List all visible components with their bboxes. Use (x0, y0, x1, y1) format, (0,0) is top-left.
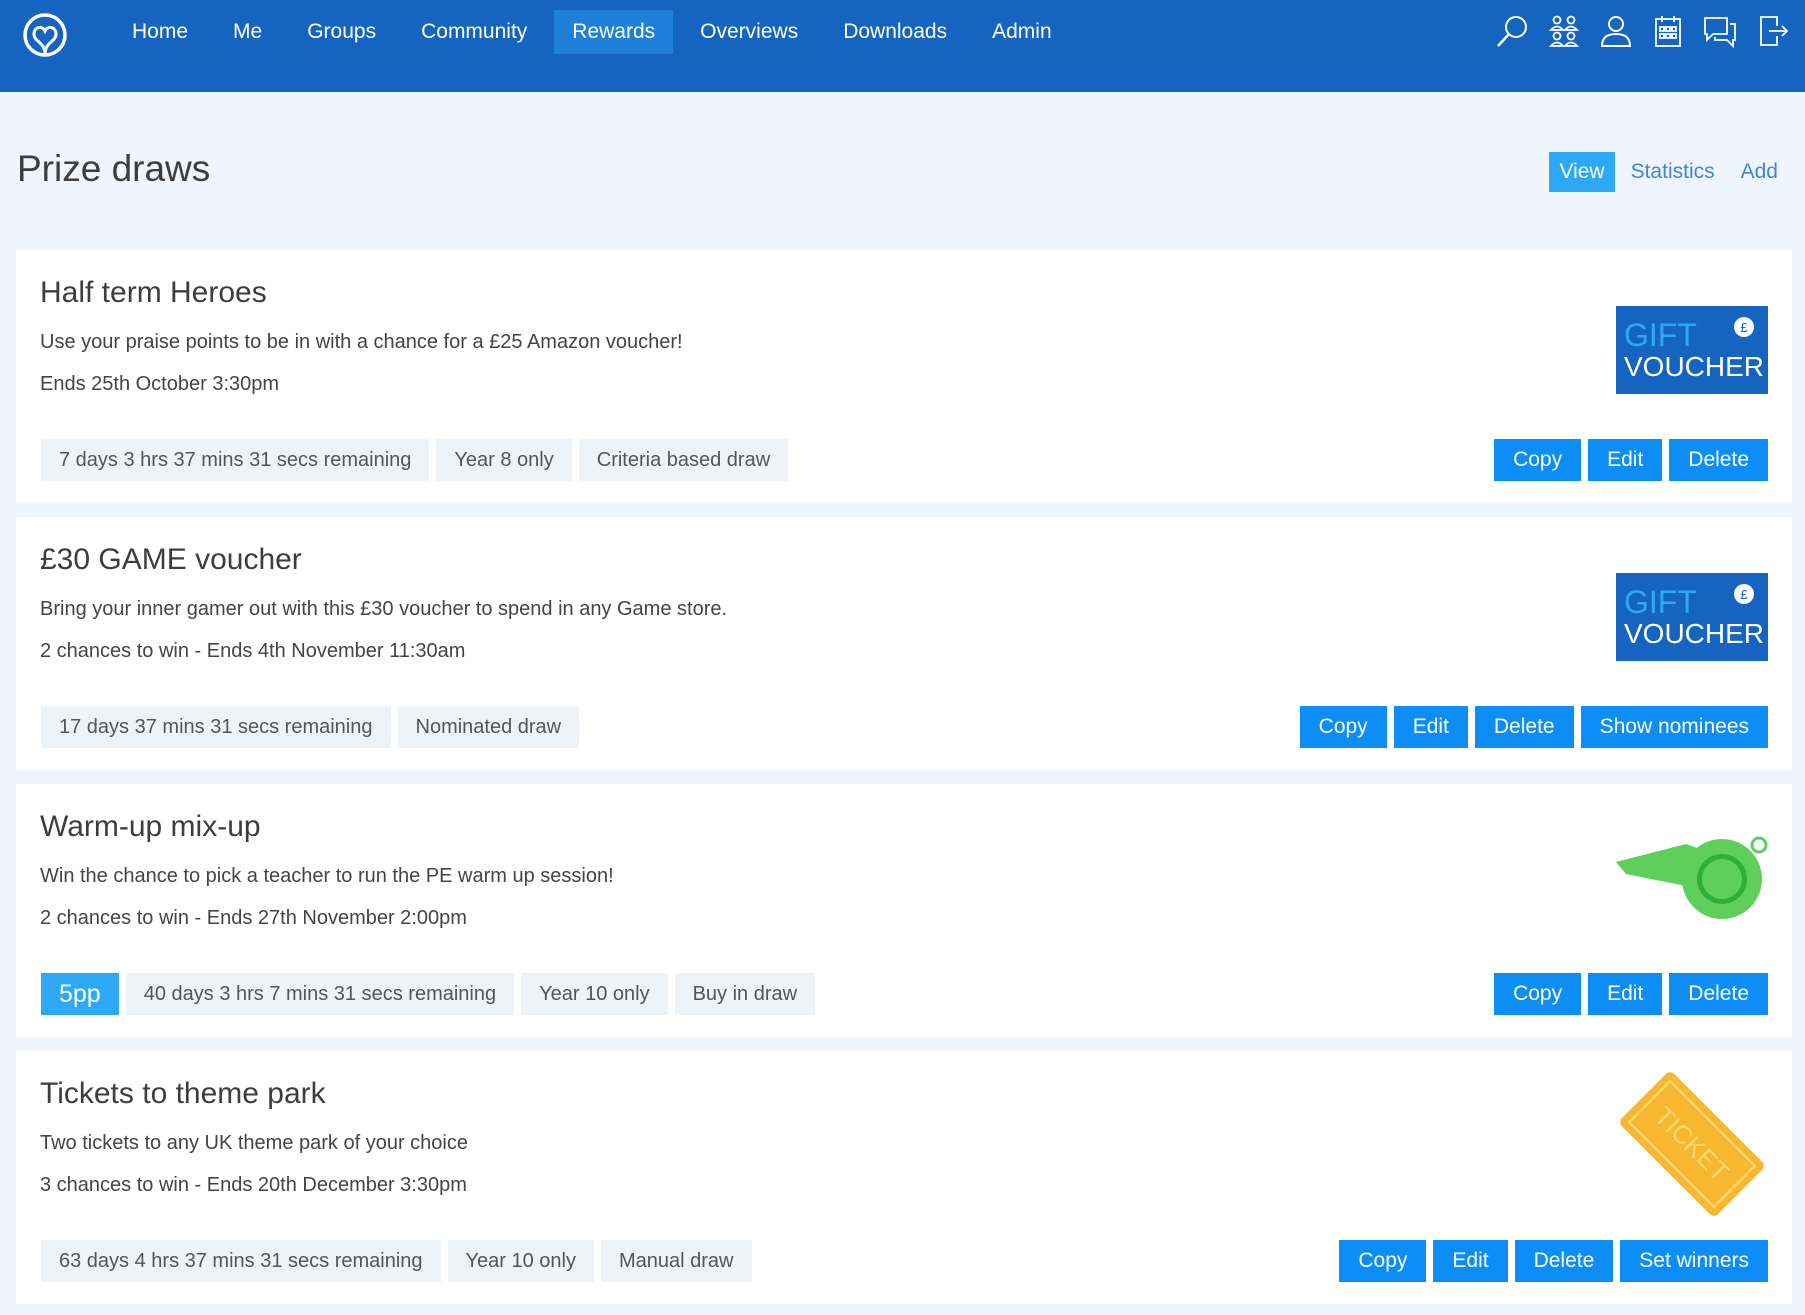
messages-icon[interactable] (1701, 14, 1739, 49)
nav-item-me[interactable]: Me (215, 10, 280, 54)
logout-icon[interactable] (1753, 14, 1791, 48)
gift-voucher-image: GIFT VOUCHER £ (1616, 573, 1768, 661)
tab-statistics[interactable]: Statistics (1621, 152, 1725, 192)
time-remaining-tag: 17 days 37 mins 31 secs remaining (41, 706, 391, 748)
draw-tag: Manual draw (600, 1240, 752, 1282)
draw-actions: Copy Edit Delete (1487, 973, 1768, 1015)
delete-button[interactable]: Delete (1514, 1240, 1614, 1282)
groups-icon[interactable] (1545, 14, 1583, 48)
gift-voucher-image: GIFT VOUCHER £ (1616, 306, 1768, 394)
prize-draw-card: Half term Heroes Use your praise points t… (16, 250, 1792, 503)
voucher-label-text: VOUCHER (1624, 618, 1764, 649)
copy-button[interactable]: Copy (1494, 973, 1582, 1015)
draw-tag: Year 8 only (436, 439, 572, 481)
copy-button[interactable]: Copy (1299, 706, 1387, 748)
voucher-gift-text: GIFT (1624, 584, 1697, 620)
voucher-label-text: VOUCHER (1624, 351, 1764, 382)
prize-draw-list: Half term Heroes Use your praise points t… (16, 250, 1792, 1315)
draw-title: Warm-up mix-up (40, 810, 261, 843)
draw-tags: 5pp 40 days 3 hrs 7 mins 31 secs remainin… (41, 973, 822, 1015)
nav-item-overviews[interactable]: Overviews (682, 10, 816, 54)
draw-title: Half term Heroes (40, 276, 267, 309)
draw-description: Two tickets to any UK theme park of your… (40, 1132, 468, 1154)
draw-description: Bring your inner gamer out with this £30… (40, 598, 728, 620)
nav-item-rewards[interactable]: Rewards (554, 10, 674, 54)
draw-description: Use your praise points to be in with a c… (40, 331, 683, 353)
user-icon[interactable] (1597, 14, 1635, 48)
voucher-gift-text: GIFT (1624, 317, 1697, 353)
brand-logo-icon[interactable] (20, 10, 70, 60)
edit-button[interactable]: Edit (1588, 973, 1663, 1015)
draw-tag: Criteria based draw (578, 439, 789, 481)
draw-tag: Year 10 only (447, 1240, 594, 1282)
copy-button[interactable]: Copy (1339, 1240, 1427, 1282)
draw-end-info: 2 chances to win - Ends 4th November 11:… (40, 640, 466, 662)
edit-button[interactable]: Edit (1393, 706, 1468, 748)
whistle-icon (1616, 802, 1768, 952)
draw-end-info: 3 chances to win - Ends 20th December 3:… (40, 1174, 467, 1196)
set-winners-button[interactable]: Set winners (1620, 1240, 1768, 1282)
price-badge: 5pp (41, 973, 119, 1015)
edit-button[interactable]: Edit (1433, 1240, 1508, 1282)
search-icon[interactable] (1493, 14, 1531, 48)
draw-tags: 63 days 4 hrs 37 mins 31 secs remaining Y… (41, 1240, 759, 1282)
draw-actions: Copy Edit Delete (1487, 439, 1768, 481)
main-nav: Home Me Groups Community Rewards Overviews Dow… (114, 10, 1079, 54)
nav-item-downloads[interactable]: Downloads (825, 10, 965, 54)
draw-actions: Copy Edit Delete Show nominees (1293, 706, 1768, 748)
time-remaining-tag: 40 days 3 hrs 7 mins 31 secs remaining (125, 973, 515, 1015)
draw-description: Win the chance to pick a teacher to run … (40, 865, 614, 887)
draw-tags: 7 days 3 hrs 37 mins 31 secs remaining Ye… (41, 439, 795, 481)
delete-button[interactable]: Delete (1474, 706, 1574, 748)
top-nav-bar: Home Me Groups Community Rewards Overviews Dow… (0, 0, 1805, 92)
delete-button[interactable]: Delete (1669, 439, 1768, 481)
ticket-icon: TICKET (1616, 1069, 1768, 1219)
pound-sign-text: £ (1740, 320, 1748, 335)
copy-button[interactable]: Copy (1494, 439, 1582, 481)
prize-draw-card: Warm-up mix-up Win the chance to pick a t… (16, 784, 1792, 1037)
nav-utility-icons (1479, 14, 1791, 49)
draw-tags: 17 days 37 mins 31 secs remaining Nominat… (41, 706, 586, 748)
nav-item-admin[interactable]: Admin (974, 10, 1070, 54)
edit-button[interactable]: Edit (1588, 439, 1663, 481)
draw-end-info: Ends 25th October 3:30pm (40, 373, 280, 395)
time-remaining-tag: 7 days 3 hrs 37 mins 31 secs remaining (41, 439, 430, 481)
nav-item-home[interactable]: Home (114, 10, 206, 54)
tab-view[interactable]: View (1549, 152, 1615, 192)
draw-title: Tickets to theme park (40, 1077, 326, 1110)
draw-tag: Buy in draw (674, 973, 816, 1015)
tab-add[interactable]: Add (1731, 152, 1788, 192)
delete-button[interactable]: Delete (1669, 973, 1768, 1015)
page-title: Prize draws (17, 148, 211, 189)
draw-end-info: 2 chances to win - Ends 27th November 2:… (40, 907, 467, 929)
draw-tag: Nominated draw (397, 706, 580, 748)
show-nominees-button[interactable]: Show nominees (1580, 706, 1768, 748)
draw-actions: Copy Edit Delete Set winners (1332, 1240, 1768, 1282)
calendar-icon[interactable] (1649, 14, 1687, 48)
nav-item-community[interactable]: Community (403, 10, 545, 54)
draw-title: £30 GAME voucher (40, 543, 302, 576)
prize-draw-card: £30 GAME voucher Bring your inner gamer o… (16, 517, 1792, 770)
view-tabs: View Statistics Add (1543, 152, 1788, 192)
prize-draw-card: Tickets to theme park Two tickets to any … (16, 1051, 1792, 1304)
nav-item-groups[interactable]: Groups (289, 10, 394, 54)
draw-tag: Year 10 only (521, 973, 668, 1015)
pound-sign-text: £ (1740, 587, 1748, 602)
time-remaining-tag: 63 days 4 hrs 37 mins 31 secs remaining (41, 1240, 441, 1282)
